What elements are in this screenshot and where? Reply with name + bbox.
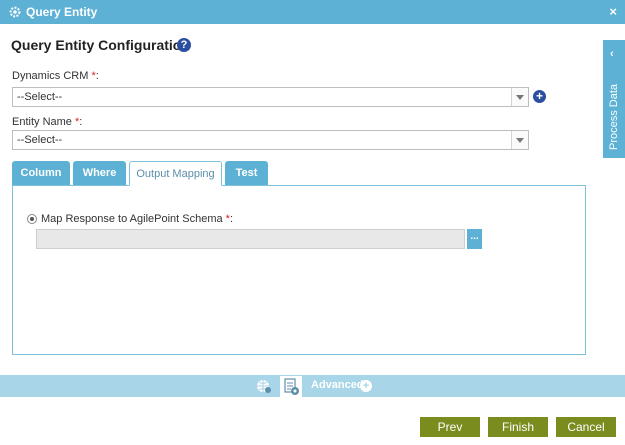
- dynamics-crm-label-text: Dynamics CRM: [12, 70, 92, 82]
- schema-field[interactable]: [36, 229, 465, 249]
- add-crm-connection-button[interactable]: +: [533, 90, 546, 103]
- advanced-button[interactable]: Advanced: [311, 379, 364, 391]
- close-button[interactable]: ×: [609, 4, 617, 19]
- tab-column[interactable]: Column: [12, 161, 70, 186]
- tab-output-mapping[interactable]: Output Mapping: [129, 161, 222, 186]
- dynamics-crm-value: --Select--: [17, 91, 63, 103]
- dynamics-crm-select[interactable]: --Select--: [12, 87, 529, 107]
- entity-name-label: Entity Name *:: [12, 116, 82, 128]
- gear-icon: [9, 6, 21, 18]
- title-bar: Query Entity ×: [0, 0, 625, 24]
- chevron-down-icon[interactable]: [511, 88, 528, 106]
- label-colon: :: [79, 116, 83, 128]
- label-colon: :: [229, 213, 234, 225]
- chevron-left-icon: ‹: [610, 48, 614, 60]
- advanced-bar: Advanced +: [0, 375, 625, 397]
- page-title: Query Entity Configuration: [11, 37, 190, 53]
- map-response-radio[interactable]: [27, 214, 37, 224]
- entity-name-select[interactable]: --Select--: [12, 130, 529, 150]
- advanced-plus-icon[interactable]: +: [360, 380, 372, 392]
- tab-where[interactable]: Where: [73, 161, 126, 186]
- process-data-label: Process Data: [608, 83, 620, 150]
- chevron-down-icon[interactable]: [511, 131, 528, 149]
- map-response-label-text: Map Response to AgilePoint Schema: [41, 213, 226, 225]
- tab-test[interactable]: Test: [225, 161, 268, 186]
- browse-schema-button[interactable]: ...: [467, 229, 482, 249]
- map-response-label: Map Response to AgilePoint Schema *:: [41, 213, 233, 225]
- entity-name-label-text: Entity Name: [12, 116, 75, 128]
- finish-button[interactable]: Finish: [488, 417, 548, 437]
- window-title: Query Entity: [26, 5, 98, 19]
- cancel-button[interactable]: Cancel: [556, 417, 616, 437]
- output-mapping-panel: [12, 185, 586, 355]
- dynamics-crm-label: Dynamics CRM *:: [12, 70, 99, 82]
- document-gear-icon: [284, 378, 299, 395]
- prev-button[interactable]: Prev: [420, 417, 480, 437]
- label-colon: :: [95, 70, 99, 82]
- document-settings-button[interactable]: [280, 376, 302, 397]
- globe-settings-icon[interactable]: [256, 378, 272, 394]
- help-icon[interactable]: ?: [177, 38, 191, 52]
- process-data-tab[interactable]: ‹ Process Data: [603, 40, 625, 158]
- entity-name-value: --Select--: [17, 134, 63, 146]
